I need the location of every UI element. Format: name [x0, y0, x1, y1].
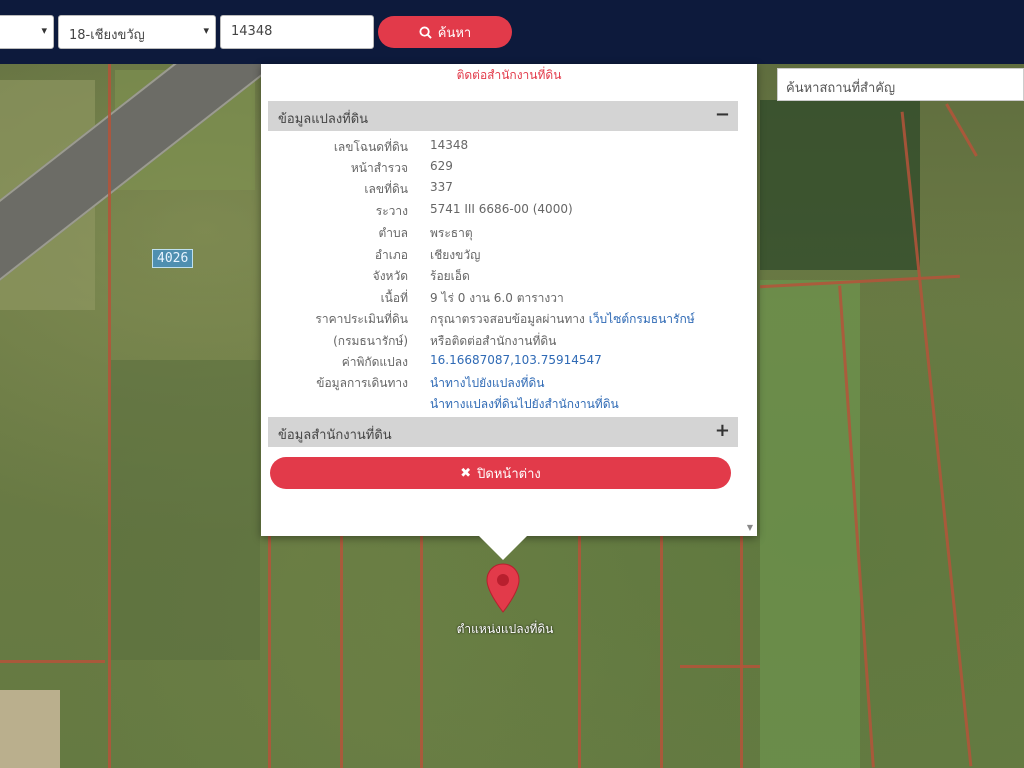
info-value: 5741 III 6686-00 (4000) — [430, 202, 573, 216]
province-select[interactable]: ▾ — [0, 15, 54, 49]
parcel-number-value: 14348 — [231, 24, 273, 39]
close-window-button[interactable]: ✖ ปิดหน้าต่าง — [270, 457, 731, 489]
info-row-map-sheet: ระวาง 5741 III 6686-00 (4000) — [268, 202, 738, 223]
info-row-area: เนื้อที่ 9 ไร่ 0 งาน 6.0 ตารางวา — [268, 289, 738, 310]
field-patch — [760, 100, 920, 270]
info-value: 629 — [430, 159, 453, 173]
field-patch — [110, 360, 260, 660]
info-value: กรุณาตรวจสอบข้อมูลผ่านทาง เว็บไซต์กรมธนา… — [430, 310, 695, 329]
section-parcel-info[interactable]: ข้อมูลแปลงที่ดิน − — [268, 101, 738, 131]
field-patch — [0, 690, 60, 768]
parcel-info-popup: ติดต่อสำนักงานที่ดิน ข้อมูลแปลงที่ดิน − … — [261, 64, 757, 536]
chevron-down-icon: ▾ — [203, 24, 209, 37]
info-label: จังหวัด — [372, 269, 408, 283]
search-button[interactable]: ค้นหา — [378, 16, 512, 48]
section-office-info[interactable]: ข้อมูลสำนักงานที่ดิน + — [268, 417, 738, 447]
navigate-to-parcel-link[interactable]: นำทางไปยังแปลงที่ดิน — [430, 374, 544, 393]
contact-office-link[interactable]: ติดต่อสำนักงานที่ดิน — [261, 64, 757, 85]
parcel-boundary — [108, 64, 111, 768]
info-label: เลขโฉนดที่ดิน — [333, 140, 408, 154]
info-value: 14348 — [430, 138, 469, 152]
info-label: ระวาง — [375, 204, 408, 218]
info-label: เนื้อที่ — [380, 291, 408, 305]
parcel-boundary — [680, 665, 760, 668]
parcel-boundary — [0, 660, 105, 663]
info-label: ค่าพิกัดแปลง — [341, 355, 408, 369]
section-parcel-title: ข้อมูลแปลงที่ดิน — [278, 112, 369, 127]
place-search-input[interactable]: ค้นหาสถานที่สำคัญ — [777, 68, 1024, 101]
collapse-icon[interactable]: − — [715, 104, 730, 125]
info-value: พระธาตุ — [430, 226, 473, 240]
info-value: เชียงขวัญ — [430, 248, 481, 262]
parcel-boundary — [945, 103, 978, 157]
parcel-boundary — [340, 536, 343, 768]
close-icon: ✖ — [460, 465, 472, 481]
info-row-coordinates: ค่าพิกัดแปลง 16.16687087,103.75914547 — [268, 353, 738, 374]
district-select[interactable]: 18-เชียงขวัญ ▾ — [58, 15, 216, 49]
parcel-boundary — [268, 536, 271, 768]
info-row-survey-page: หน้าสำรวจ 629 — [268, 159, 738, 180]
info-label: อำเภอ — [374, 248, 408, 262]
appraisal-text: กรุณาตรวจสอบข้อมูลผ่านทาง — [430, 312, 589, 326]
info-value: 337 — [430, 180, 453, 194]
parcel-boundary — [740, 536, 743, 768]
info-row-navigation: ข้อมูลการเดินทาง นำทางไปยังแปลงที่ดิน — [268, 374, 738, 395]
info-label: หน้าสำรวจ — [350, 161, 408, 175]
district-select-value: 18-เชียงขวัญ — [69, 28, 145, 43]
location-pin-icon[interactable] — [485, 562, 521, 614]
info-label: เลขที่ดิน — [364, 182, 408, 196]
close-window-label: ปิดหน้าต่าง — [477, 466, 541, 482]
road-number-label: 4026 — [152, 249, 194, 268]
info-row-navigation-office: นำทางแปลงที่ดินไปยังสำนักงานที่ดิน — [268, 395, 738, 416]
parcel-boundary — [578, 536, 581, 768]
popup-pointer — [479, 536, 527, 560]
info-row-district: อำเภอ เชียงขวัญ — [268, 246, 738, 267]
info-label: ตำบล — [378, 226, 408, 240]
info-row-province: จังหวัด ร้อยเอ็ด — [268, 267, 738, 288]
info-row-deed-number: เลขโฉนดที่ดิน 14348 — [268, 138, 738, 159]
info-label: ราคาประเมินที่ดิน — [315, 312, 408, 326]
top-toolbar: ▾ 18-เชียงขวัญ ▾ 14348 ค้นหา — [0, 0, 1024, 64]
place-search-placeholder: ค้นหาสถานที่สำคัญ — [786, 81, 896, 96]
search-icon — [419, 25, 432, 39]
parcel-boundary — [900, 111, 973, 767]
parcel-boundary — [420, 536, 423, 768]
info-row-subdistrict: ตำบล พระธาตุ — [268, 224, 738, 245]
info-value: หรือติดต่อสำนักงานที่ดิน — [430, 334, 557, 348]
search-button-label: ค้นหา — [437, 25, 472, 41]
marker-label: ตำแหน่งแปลงที่ดิน — [456, 622, 554, 636]
info-value: 9 ไร่ 0 งาน 6.0 ตารางวา — [430, 291, 564, 305]
chevron-down-icon: ▾ — [41, 24, 47, 37]
info-label: ข้อมูลการเดินทาง — [316, 376, 408, 390]
info-value: ร้อยเอ็ด — [430, 269, 470, 283]
scroll-down-icon[interactable]: ▼ — [747, 523, 753, 532]
coordinates-link[interactable]: 16.16687087,103.75914547 — [430, 353, 602, 367]
info-row-appraisal-office: (กรมธนารักษ์) หรือติดต่อสำนักงานที่ดิน — [268, 332, 738, 353]
parcel-number-input[interactable]: 14348 — [220, 15, 374, 49]
section-office-title: ข้อมูลสำนักงานที่ดิน — [278, 428, 392, 443]
info-row-appraisal: ราคาประเมินที่ดิน กรุณาตรวจสอบข้อมูลผ่าน… — [268, 310, 738, 331]
treasury-website-link[interactable]: เว็บไซต์กรมธนารักษ์ — [589, 312, 695, 326]
info-label: (กรมธนารักษ์) — [333, 334, 408, 348]
info-row-land-number: เลขที่ดิน 337 — [268, 180, 738, 201]
navigate-to-office-link[interactable]: นำทางแปลงที่ดินไปยังสำนักงานที่ดิน — [430, 395, 619, 414]
parcel-boundary — [660, 536, 663, 768]
expand-icon[interactable]: + — [715, 420, 730, 441]
